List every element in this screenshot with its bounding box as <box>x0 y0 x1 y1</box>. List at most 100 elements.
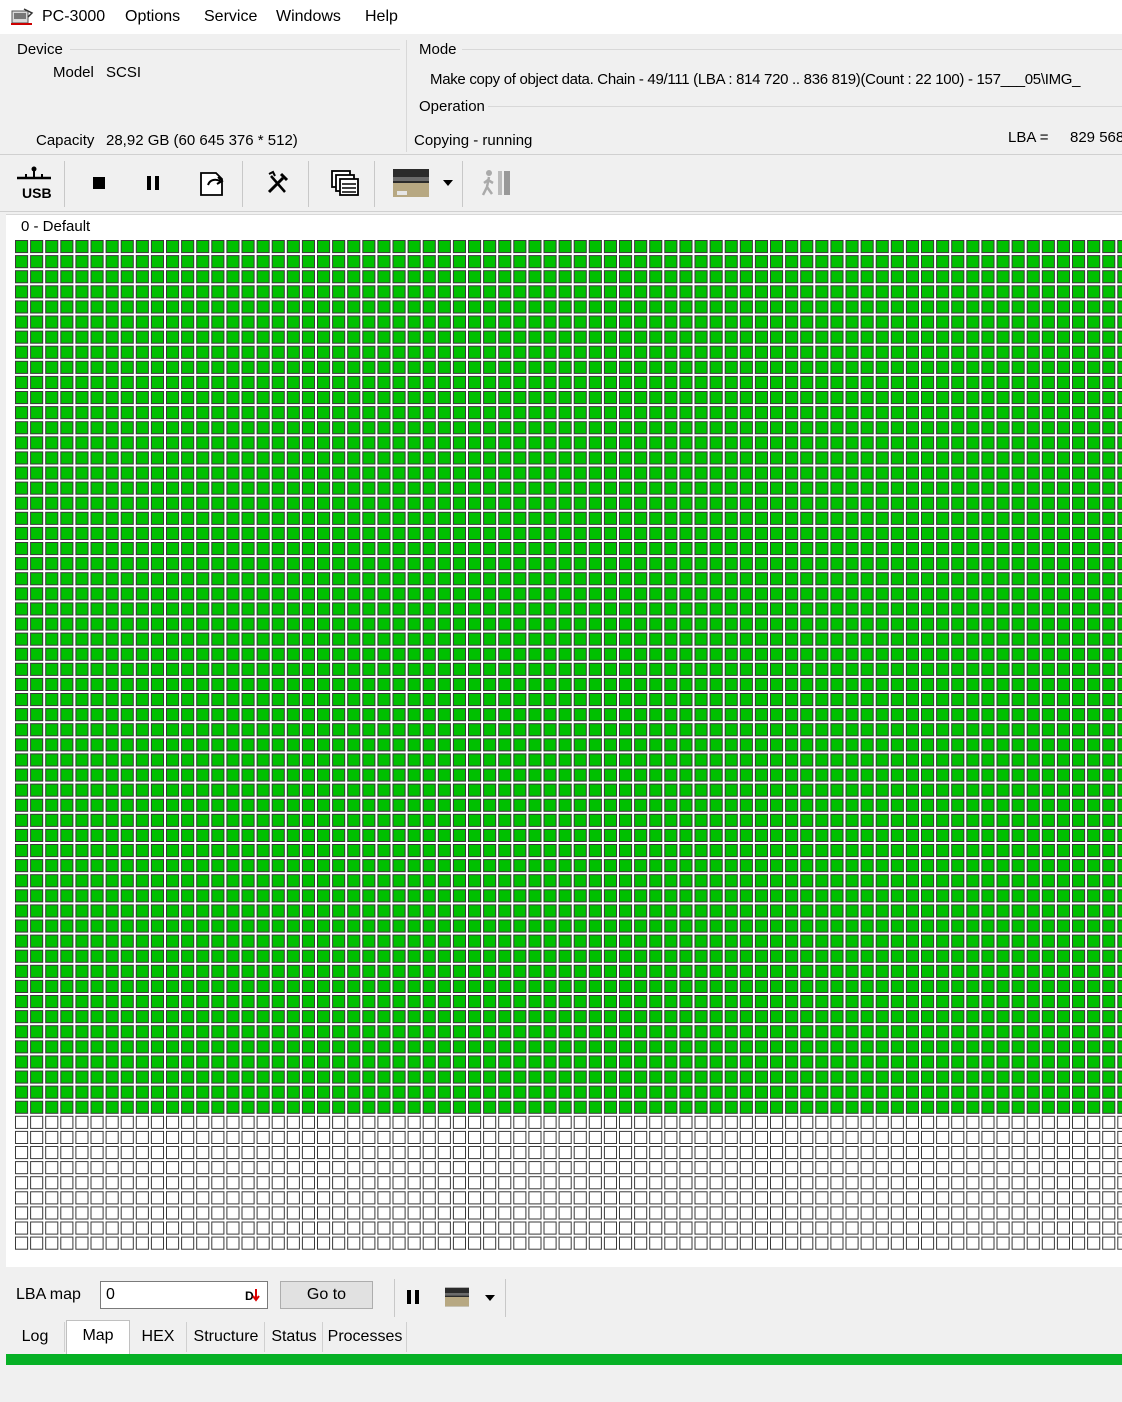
block-done[interactable] <box>1102 1025 1116 1039</box>
block-done[interactable] <box>90 813 104 827</box>
block-done[interactable] <box>543 995 557 1009</box>
block-done[interactable] <box>770 1085 784 1099</box>
block-done[interactable] <box>1102 964 1116 978</box>
block-done[interactable] <box>332 315 346 329</box>
block-done[interactable] <box>317 964 331 978</box>
block-done[interactable] <box>332 406 346 420</box>
block-done[interactable] <box>196 768 210 782</box>
block-done[interactable] <box>241 360 255 374</box>
block-done[interactable] <box>30 255 44 269</box>
block-done[interactable] <box>694 466 708 480</box>
block-done[interactable] <box>634 315 648 329</box>
block-done[interactable] <box>634 255 648 269</box>
block-done[interactable] <box>634 723 648 737</box>
block-done[interactable] <box>452 360 466 374</box>
block-done[interactable] <box>649 406 663 420</box>
block-done[interactable] <box>649 466 663 480</box>
block-done[interactable] <box>951 300 965 314</box>
block-done[interactable] <box>603 345 618 359</box>
block-done[interactable] <box>619 587 633 601</box>
block-done[interactable] <box>619 451 633 465</box>
block-done[interactable] <box>226 300 240 314</box>
block-pending[interactable] <box>709 1236 723 1250</box>
block-done[interactable] <box>1102 813 1116 827</box>
block-done[interactable] <box>226 375 240 389</box>
block-done[interactable] <box>150 602 164 616</box>
block-done[interactable] <box>1041 1055 1055 1069</box>
block-done[interactable] <box>573 919 587 933</box>
block-done[interactable] <box>679 1085 693 1099</box>
block-done[interactable] <box>437 421 451 435</box>
block-done[interactable] <box>60 1100 74 1114</box>
block-done[interactable] <box>543 1055 557 1069</box>
block-done[interactable] <box>845 1085 859 1099</box>
block-done[interactable] <box>1117 1040 1122 1054</box>
block-done[interactable] <box>679 783 693 797</box>
block-pending[interactable] <box>377 1221 391 1235</box>
block-done[interactable] <box>483 662 497 676</box>
block-done[interactable] <box>437 934 451 948</box>
block-done[interactable] <box>1117 1055 1122 1069</box>
block-done[interactable] <box>301 632 315 646</box>
block-done[interactable] <box>317 1085 331 1099</box>
block-done[interactable] <box>785 240 799 254</box>
block-done[interactable] <box>1026 995 1040 1009</box>
block-done[interactable] <box>664 1010 678 1024</box>
block-done[interactable] <box>694 1070 708 1084</box>
block-done[interactable] <box>513 617 527 631</box>
block-done[interactable] <box>754 391 769 405</box>
block-done[interactable] <box>347 542 361 556</box>
block-done[interactable] <box>150 240 164 254</box>
block-done[interactable] <box>875 889 889 903</box>
block-done[interactable] <box>392 451 406 465</box>
block-done[interactable] <box>936 904 950 918</box>
block-done[interactable] <box>226 240 240 254</box>
block-done[interactable] <box>679 1070 693 1084</box>
block-done[interactable] <box>226 270 240 284</box>
block-done[interactable] <box>422 240 436 254</box>
block-done[interactable] <box>317 436 331 450</box>
block-done[interactable] <box>15 919 29 933</box>
block-done[interactable] <box>347 1070 361 1084</box>
block-done[interactable] <box>347 511 361 525</box>
block-done[interactable] <box>286 421 300 435</box>
block-pending[interactable] <box>1041 1191 1055 1205</box>
block-done[interactable] <box>483 451 497 465</box>
block-done[interactable] <box>1011 662 1025 676</box>
block-done[interactable] <box>45 330 59 344</box>
block-pending[interactable] <box>347 1206 361 1220</box>
block-done[interactable] <box>362 1070 376 1084</box>
block-done[interactable] <box>483 466 497 480</box>
block-done[interactable] <box>739 406 753 420</box>
block-done[interactable] <box>619 406 633 420</box>
block-pending[interactable] <box>966 1130 980 1145</box>
block-done[interactable] <box>226 662 240 676</box>
block-done[interactable] <box>347 1040 361 1054</box>
block-done[interactable] <box>45 677 59 691</box>
block-done[interactable] <box>468 360 482 374</box>
block-done[interactable] <box>709 330 723 344</box>
block-done[interactable] <box>468 375 482 389</box>
block-done[interactable] <box>30 436 44 450</box>
block-pending[interactable] <box>588 1206 602 1220</box>
block-done[interactable] <box>1102 859 1116 873</box>
block-pending[interactable] <box>754 1206 769 1220</box>
block-done[interactable] <box>513 662 527 676</box>
block-done[interactable] <box>468 964 482 978</box>
block-done[interactable] <box>739 738 753 752</box>
block-done[interactable] <box>951 693 965 707</box>
block-done[interactable] <box>166 255 180 269</box>
block-done[interactable] <box>558 557 572 571</box>
block-done[interactable] <box>392 693 406 707</box>
block-done[interactable] <box>936 632 950 646</box>
block-done[interactable] <box>317 995 331 1009</box>
block-done[interactable] <box>75 1085 89 1099</box>
block-done[interactable] <box>679 889 693 903</box>
block-done[interactable] <box>135 436 149 450</box>
block-done[interactable] <box>830 844 844 858</box>
block-done[interactable] <box>392 828 406 843</box>
block-done[interactable] <box>181 406 195 420</box>
block-done[interactable] <box>90 723 104 737</box>
block-done[interactable] <box>241 391 255 405</box>
block-done[interactable] <box>936 662 950 676</box>
